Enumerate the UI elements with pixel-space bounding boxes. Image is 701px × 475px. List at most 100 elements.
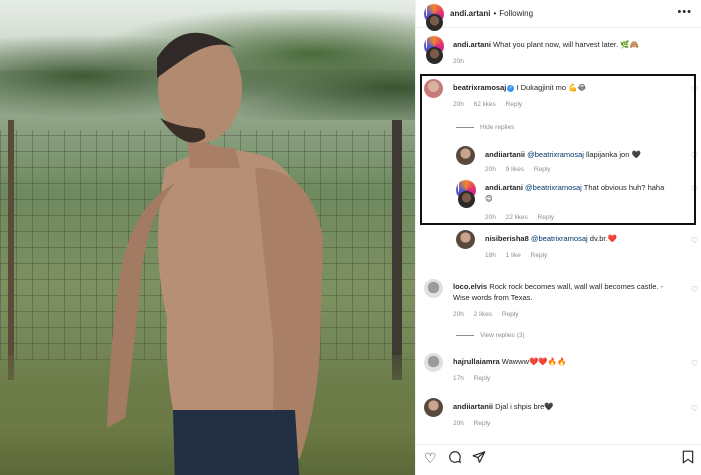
hide-replies-button[interactable]: Hide replies [456,124,514,131]
hide-replies-label: Hide replies [480,124,515,131]
post-action-bar: ♡ [416,444,701,475]
post-photo[interactable] [0,0,415,475]
comment-item: beatrixramosaj ✓ I Dukagjinit mo 💪😂 20h 6… [416,79,701,108]
comment-username[interactable]: beatrixramosaj [453,83,506,92]
reply-like-heart-icon[interactable]: ♡ [691,151,698,160]
reply-item: andiiartanii @beatrixramosaj llapijanka … [416,146,701,173]
caption-username[interactable]: andi.artani [453,40,491,49]
reply-text: andi.artani @beatrixramosaj That obvious… [485,182,665,204]
commenter-avatar[interactable] [456,146,475,165]
comment-body: Wawww❤️❤️🔥🔥 [501,357,567,366]
view-replies-button[interactable]: View replies (3) [456,332,525,339]
comment-username[interactable]: hajrullaiamra [453,357,500,366]
comment-likes[interactable]: 2 likes [474,311,492,318]
comment-username[interactable]: loco.elvis [453,282,487,291]
reply-button[interactable]: Reply [474,420,491,427]
reply-body: dv.br.❤️ [589,234,617,243]
divider-line [456,126,474,128]
comment-item: andiiartanii Djal i shpis bre🖤 20h Reply… [416,398,701,427]
reply-time: 20h [485,214,496,221]
comment-text: hajrullaiamra Wawww❤️❤️🔥🔥 [453,356,566,372]
comment-meta: 20h Reply [453,420,498,427]
reply-text: andiiartanii @beatrixramosaj llapijanka … [485,149,641,165]
reply-username[interactable]: andi.artani [485,183,523,192]
comment-like-heart-icon[interactable]: ♡ [691,359,698,368]
instagram-post: andi.artani • Following ••• andi.artani … [0,0,701,475]
caption-text: andi.artani What you plant now, will har… [453,39,639,56]
commenter-avatar[interactable] [424,398,443,417]
author-avatar[interactable] [424,36,444,74]
comment-text: andiiartanii Djal i shpis bre🖤 [453,401,554,417]
caption-body: What you plant now, will harvest later. … [493,40,639,49]
author-avatar[interactable] [424,3,444,42]
comment-text: beatrixramosaj ✓ I Dukagjinit mo 💪😂 [453,82,586,98]
reply-item: andi.artani @beatrixramosaj That obvious… [416,180,701,221]
comment-item: hajrullaiamra Wawww❤️❤️🔥🔥 17h Reply ♡ [416,353,701,382]
reply-mention[interactable]: @beatrixramosaj [525,183,582,192]
more-horizontal-icon[interactable]: ••• [677,6,692,18]
comments-pane: andi.artani • Following ••• andi.artani … [415,0,701,475]
reply-button[interactable]: Reply [502,311,519,318]
reply-like-heart-icon[interactable]: ♡ [691,185,698,194]
commenter-avatar[interactable] [424,279,443,298]
comment-meta: 20h 62 likes Reply [453,101,530,108]
reply-likes[interactable]: 22 likes [506,214,528,221]
bookmark-icon[interactable] [682,450,694,467]
comment-time: 20h [453,101,464,108]
commenter-avatar[interactable] [456,230,475,249]
caption-meta: 20h [453,58,472,65]
reply-username[interactable]: nisiberisha8 [485,234,529,243]
verified-badge-icon: ✓ [507,85,515,92]
reply-time: 20h [485,166,496,173]
comment-likes[interactable]: 62 likes [474,101,496,108]
comment-meta: 20h 2 likes Reply [453,311,527,318]
caption-time: 20h [453,58,464,65]
commenter-avatar[interactable] [424,79,443,98]
send-icon[interactable] [472,450,486,467]
comment-like-heart-icon[interactable]: ♡ [691,85,698,94]
comment-meta: 17h Reply [453,375,498,382]
reply-time: 18h [485,252,496,259]
comment-time: 20h [453,311,464,318]
separator-dot: • [493,9,497,18]
comment-time: 20h [453,420,464,427]
following-button[interactable]: Following [499,9,533,18]
reply-button[interactable]: Reply [506,101,523,108]
reply-like-heart-icon[interactable]: ♡ [691,236,698,245]
reply-button[interactable]: Reply [538,214,555,221]
author-avatar[interactable] [456,180,476,218]
reply-likes[interactable]: 9 likes [506,166,524,173]
caption: andi.artani What you plant now, will har… [416,36,701,74]
comment-icon[interactable] [448,450,462,467]
comment-time: 17h [453,375,464,382]
post-header: andi.artani • Following ••• [416,0,701,42]
reply-button[interactable]: Reply [534,166,551,173]
photo-fence-post [392,120,402,380]
reply-body: llapijanka jon 🖤 [586,150,641,159]
reply-button[interactable]: Reply [531,252,548,259]
reply-text: nisiberisha8 @beatrixramosaj dv.br.❤️ [485,233,617,249]
view-replies-label: View replies (3) [480,332,525,339]
reply-mention[interactable]: @beatrixramosaj [527,150,584,159]
reply-meta: 20h 22 likes Reply [485,214,562,221]
divider-line [456,334,474,336]
author-username[interactable]: andi.artani [450,9,490,18]
comment-body: I Dukagjinit mo 💪😂 [516,83,587,92]
reply-mention[interactable]: @beatrixramosaj [531,234,588,243]
comment-body: Djal i shpis bre🖤 [495,402,554,411]
reply-likes[interactable]: 1 like [506,252,521,259]
photo-person [107,32,323,475]
heart-icon[interactable]: ♡ [424,450,437,467]
photo-fence-post [8,120,14,380]
comment-item: loco.elvis Rock rock becomes wall, wall … [416,279,701,318]
reply-button[interactable]: Reply [474,375,491,382]
comment-text: loco.elvis Rock rock becomes wall, wall … [453,281,678,303]
comment-username[interactable]: andiiartanii [453,402,493,411]
comment-like-heart-icon[interactable]: ♡ [691,404,698,413]
reply-meta: 18h 1 like Reply [485,252,555,259]
commenter-avatar[interactable] [424,353,443,372]
reply-username[interactable]: andiiartanii [485,150,525,159]
reply-item: nisiberisha8 @beatrixramosaj dv.br.❤️ 18… [416,230,701,259]
reply-meta: 20h 9 likes Reply [485,166,559,173]
comment-like-heart-icon[interactable]: ♡ [691,285,698,294]
